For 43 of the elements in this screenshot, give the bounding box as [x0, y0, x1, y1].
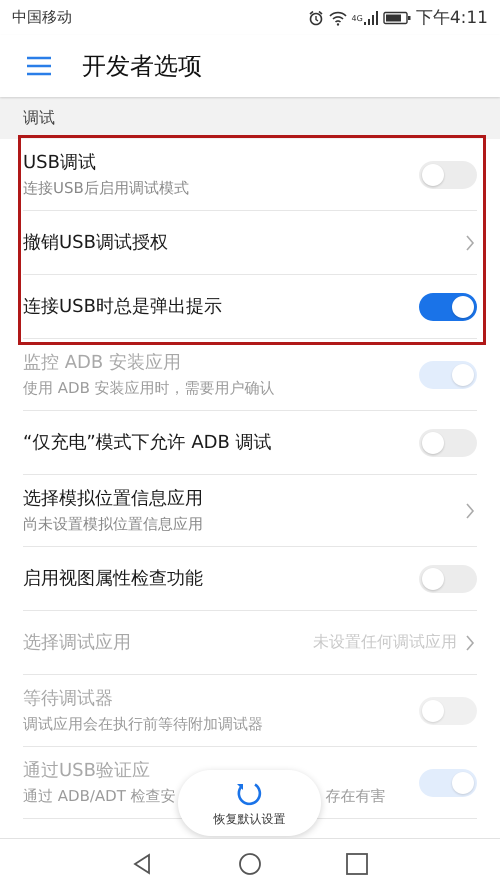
page-title: 开发者选项 [82, 51, 202, 82]
setting-row[interactable]: 启用视图属性检查功能 [23, 547, 477, 611]
setting-title: 连接USB时总是弹出提示 [23, 295, 222, 319]
toggle-switch[interactable] [419, 160, 477, 188]
setting-description: 使用 ADB 安装应用时，需要用户确认 [23, 378, 275, 399]
home-icon [238, 852, 262, 876]
toggle-switch[interactable] [419, 292, 477, 320]
setting-description: 尚未设置模拟位置信息应用 [23, 514, 203, 535]
setting-description: 连接USB后启用调试模式 [23, 178, 189, 199]
setting-title: 选择模拟位置信息应用 [23, 487, 203, 511]
setting-title: 监控 ADB 安装应用 [23, 351, 181, 375]
toggle-switch[interactable] [419, 564, 477, 592]
setting-row[interactable]: 选择模拟位置信息应用 尚未设置模拟位置信息应用 [23, 475, 477, 547]
chevron-right-icon [465, 234, 475, 250]
chevron-right-icon [465, 502, 475, 518]
setting-title: 启用视图属性检查功能 [23, 567, 203, 591]
battery-icon [382, 10, 411, 24]
carrier-name: 中国移动 [12, 8, 72, 27]
section-title: 调试 [23, 108, 55, 128]
alarm-icon [308, 10, 324, 26]
network-type: 4G [352, 14, 363, 23]
setting-description: 调试应用会在执行前等待附加调试器 [23, 714, 263, 735]
setting-row[interactable]: 连接USB时总是弹出提示 [23, 275, 477, 339]
clock-time: 下午4:11 [416, 7, 488, 29]
setting-title: 等待调试器 [23, 687, 113, 711]
setting-title: 撤销USB调试授权 [23, 231, 168, 255]
setting-title: 选择调试应用 [23, 631, 131, 655]
reset-defaults-popup[interactable]: 恢复默认设置 [178, 770, 321, 836]
setting-title: “仅充电”模式下允许 ADB 调试 [23, 431, 272, 455]
setting-title: USB调试 [23, 151, 96, 175]
setting-row[interactable]: “仅充电”模式下允许 ADB 调试 [23, 411, 477, 475]
setting-row[interactable]: USB调试 连接USB后启用调试模式 [23, 139, 477, 211]
setting-description: 通过 ADB/ADT 检查安 [23, 786, 176, 807]
menu-icon [26, 56, 52, 76]
wifi-icon [328, 10, 347, 26]
toggle-switch[interactable] [419, 428, 477, 456]
setting-row[interactable]: 撤销USB调试授权 [23, 211, 477, 275]
popup-label: 恢复默认设置 [214, 810, 286, 828]
chevron-right-icon [465, 634, 475, 650]
setting-title: 通过USB验证应 [23, 759, 150, 783]
setting-description: 存在有害 [326, 786, 386, 807]
recents-icon [344, 852, 369, 876]
signal-icon [364, 10, 378, 26]
